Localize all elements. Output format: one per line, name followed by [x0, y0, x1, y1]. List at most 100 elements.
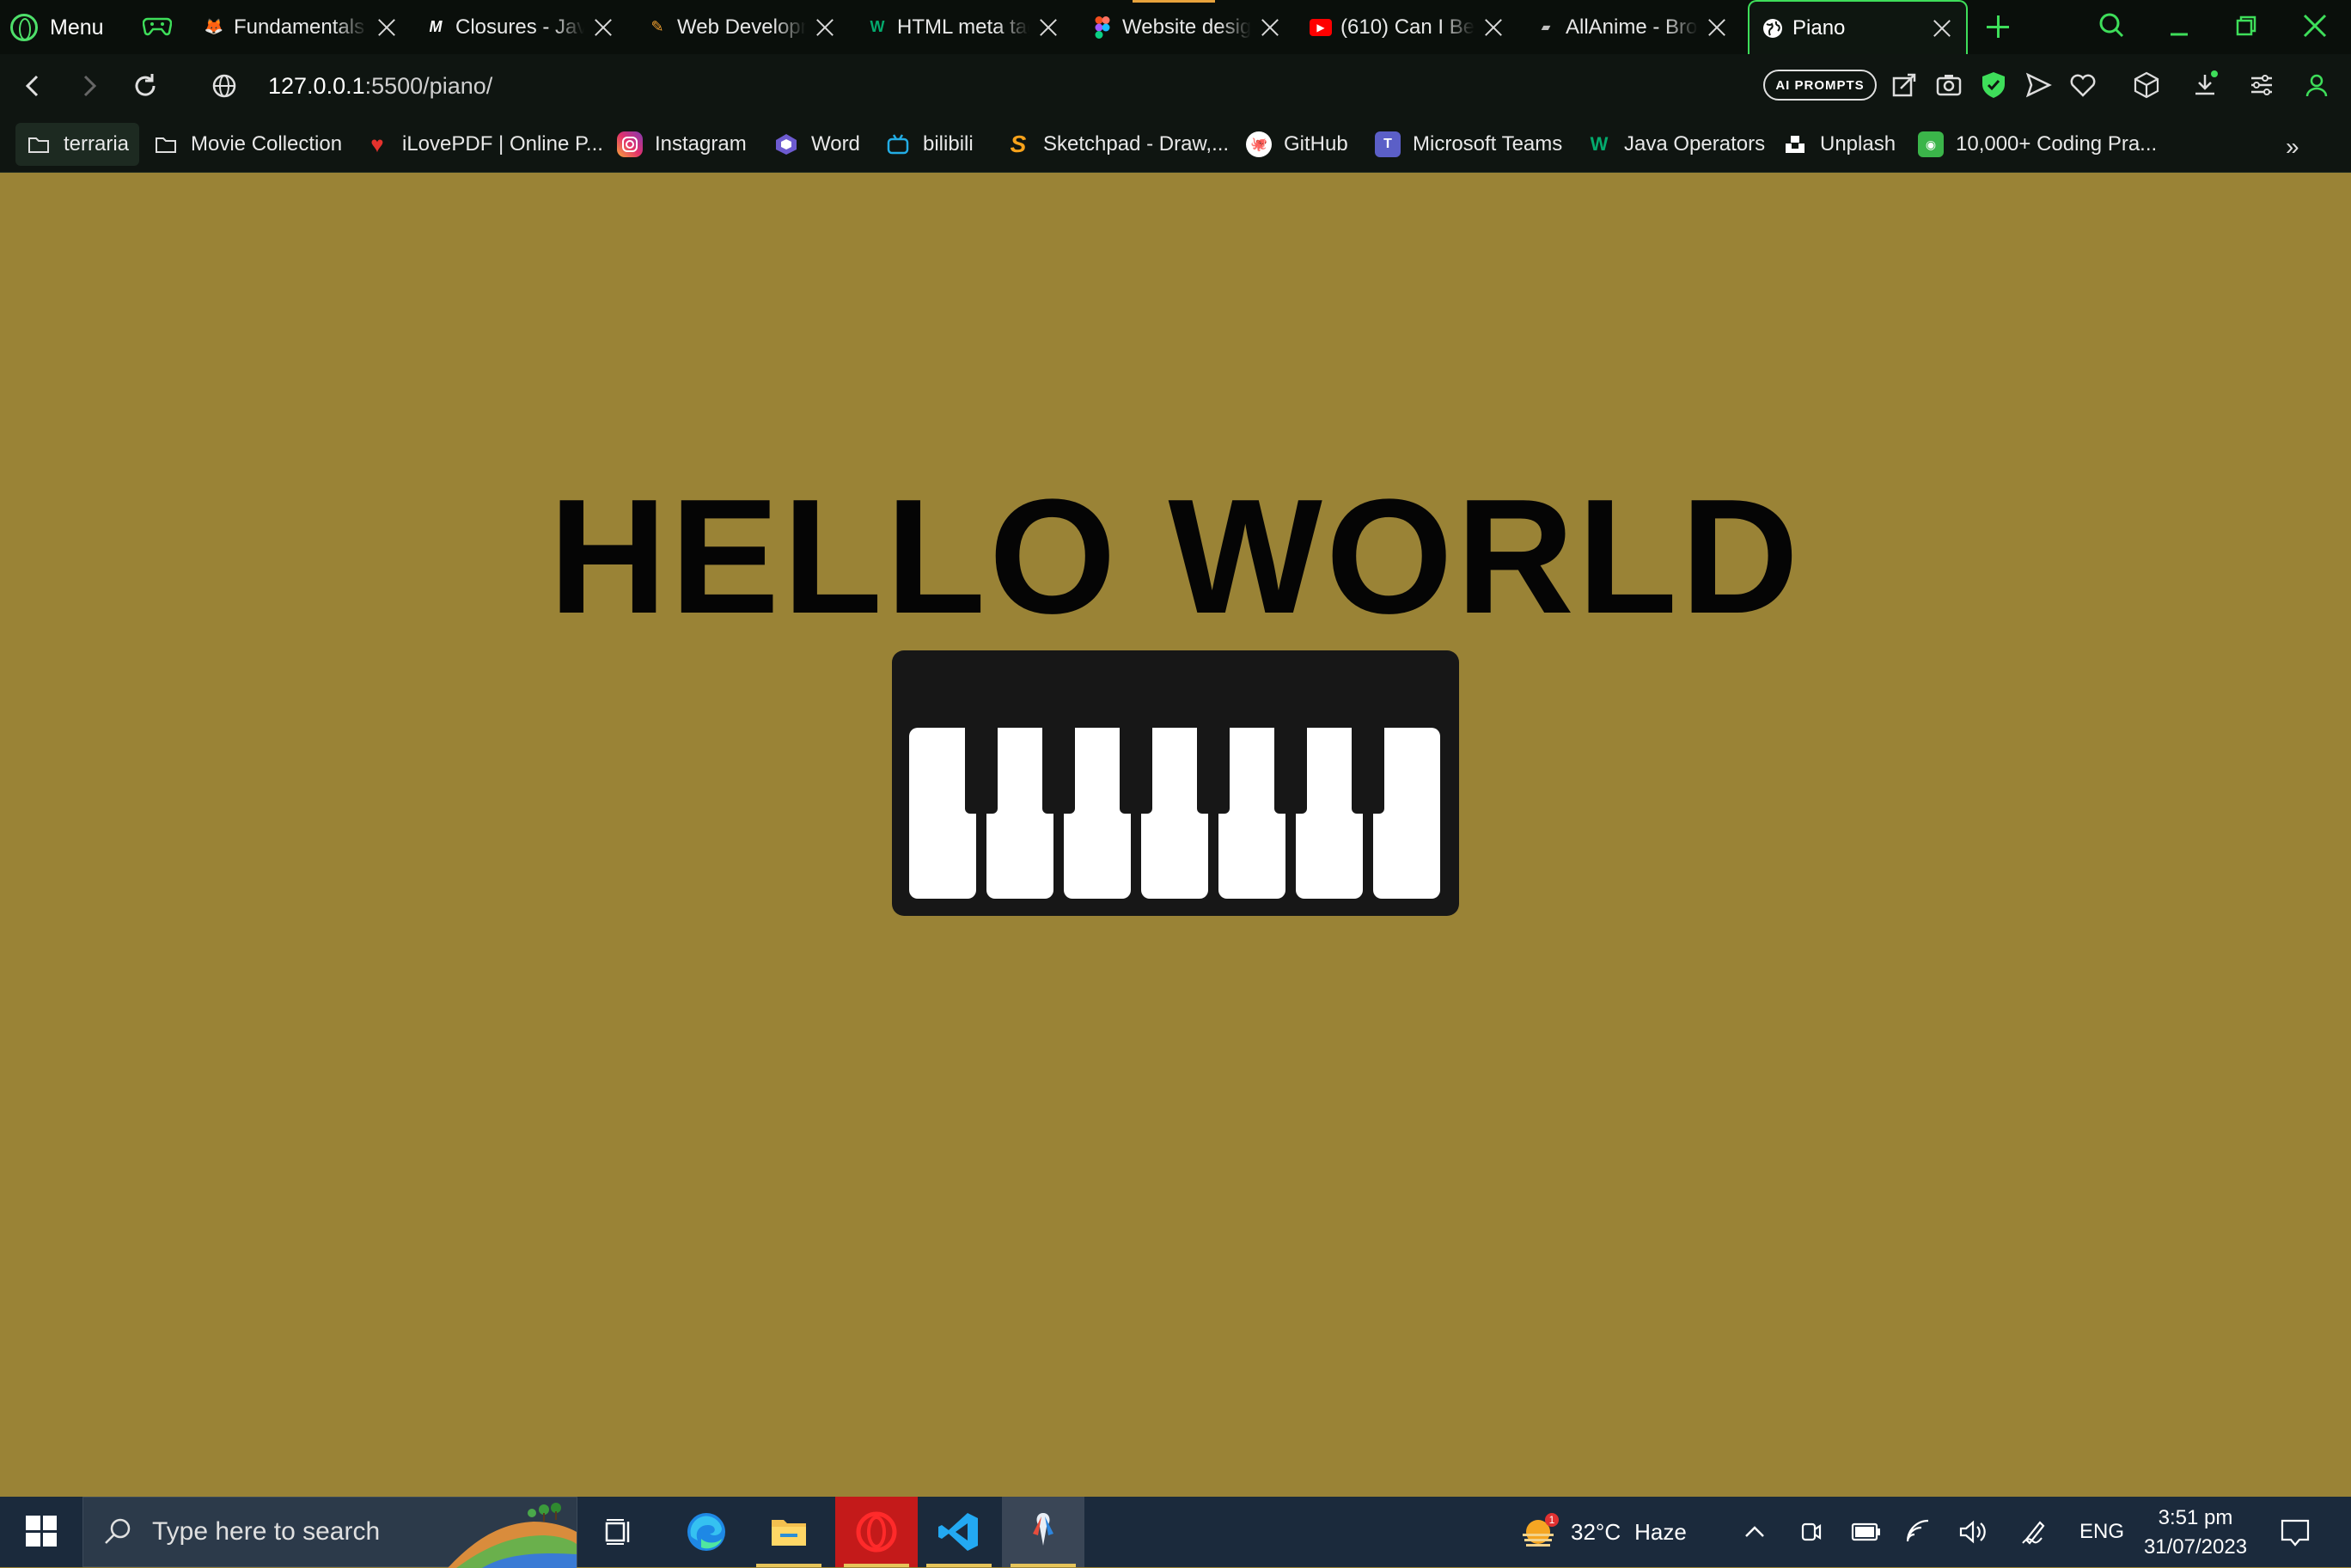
clock-time: 3:51 pm: [2158, 1506, 2233, 1529]
bookmark-movie-collection[interactable]: Movie Collection: [143, 123, 352, 166]
folder-icon: [156, 137, 176, 153]
svg-text:1: 1: [1549, 1514, 1555, 1526]
piano-black-key[interactable]: [1042, 728, 1075, 814]
instagram-icon: [617, 131, 643, 157]
figma-icon: [1091, 15, 1114, 39]
tab-website-design[interactable]: Website design: [1091, 0, 1282, 54]
teams-icon: T: [1375, 131, 1401, 157]
close-tab-icon[interactable]: [1705, 15, 1729, 40]
bookmark-word[interactable]: Word: [763, 123, 870, 166]
input-language[interactable]: ENG: [2079, 1497, 2124, 1567]
tab-html-meta[interactable]: W HTML meta tag: [866, 0, 1060, 54]
taskbar-search-input[interactable]: Type here to search: [82, 1497, 577, 1568]
url-field[interactable]: 127.0.0.1:5500/piano/: [268, 70, 492, 102]
piano-black-key[interactable]: [1352, 728, 1384, 814]
task-view-icon[interactable]: [577, 1497, 660, 1567]
page-content: HELLO WORLD: [0, 173, 2351, 1497]
windows-taskbar: Type here to search 1 32°C Haze ENG 3:51…: [0, 1497, 2351, 1568]
pen-workspace-icon[interactable]: [2018, 1516, 2052, 1548]
tab-web-development[interactable]: ✎ Web Development: [646, 0, 837, 54]
opera-logo-icon: [10, 14, 38, 41]
battery-icon[interactable]: [1847, 1516, 1885, 1548]
bookmark-coding-practice[interactable]: ◉ 10,000+ Coding Pra...: [1908, 123, 2167, 166]
download-icon[interactable]: [2189, 70, 2220, 101]
close-tab-icon[interactable]: [375, 15, 399, 40]
paint-tool-icon[interactable]: [1002, 1497, 1084, 1567]
close-window-icon[interactable]: [2296, 9, 2334, 43]
windows-start-icon[interactable]: [26, 1516, 57, 1547]
browser-tab-bar: Menu 🦊 Fundamentals M Closures - JavaScr…: [0, 0, 2351, 54]
sketchpad-icon: S: [1010, 131, 1027, 157]
tab-search-icon[interactable]: [2093, 9, 2131, 43]
shield-icon[interactable]: [1978, 70, 2009, 101]
word-icon: [773, 131, 799, 157]
edge-browser-icon[interactable]: [665, 1497, 748, 1567]
cube-icon[interactable]: [2131, 70, 2162, 101]
tab-allanime[interactable]: ▰ AllAnime - Browse: [1535, 0, 1729, 54]
close-tab-icon[interactable]: [1036, 15, 1060, 40]
clock-date: 31/07/2023: [2143, 1535, 2248, 1559]
globe-icon: [1762, 17, 1784, 40]
close-tab-icon[interactable]: [1258, 15, 1282, 40]
tab-youtube[interactable]: ▶ (610) Can I Be: [1310, 0, 1505, 54]
search-icon: [105, 1518, 131, 1544]
show-hidden-icons-chevron-up-icon[interactable]: [1737, 1516, 1772, 1548]
weather-widget[interactable]: 1 32°C Haze: [1519, 1497, 1687, 1567]
heart-icon[interactable]: [2067, 70, 2098, 101]
opera-gx-taskbar-icon[interactable]: [835, 1497, 918, 1567]
bookmark-java-operators[interactable]: W Java Operators: [1576, 123, 1775, 166]
reload-icon[interactable]: [129, 70, 162, 102]
meet-now-icon[interactable]: [1794, 1516, 1829, 1548]
notifications-icon[interactable]: [2277, 1514, 2313, 1550]
search-highlight-illustration-icon: [448, 1503, 577, 1568]
vscode-icon[interactable]: [918, 1497, 1000, 1567]
wifi-icon[interactable]: [1902, 1516, 1937, 1548]
ai-prompts-button[interactable]: AI PROMPTS: [1763, 70, 1877, 101]
address-bar: 127.0.0.1:5500/piano/ AI PROMPTS: [0, 54, 2351, 116]
bookmark-github[interactable]: 🐙 GitHub: [1236, 123, 1359, 166]
close-tab-icon[interactable]: [1481, 15, 1505, 40]
tab-piano-active[interactable]: Piano: [1748, 0, 1968, 54]
bookmark-sketchpad[interactable]: S Sketchpad - Draw,...: [995, 123, 1239, 166]
piano-black-key[interactable]: [965, 728, 998, 814]
bookmark-terraria[interactable]: terraria: [15, 123, 140, 166]
menu-label: Menu: [50, 15, 104, 40]
bookmark-bilibili[interactable]: bilibili: [875, 123, 984, 166]
file-explorer-icon[interactable]: [748, 1497, 830, 1567]
bookmarks-bar: terraria Movie Collection ♥ iLovePDF | O…: [0, 116, 2351, 173]
gamepad-icon[interactable]: [143, 14, 172, 38]
close-tab-icon[interactable]: [1930, 16, 1954, 40]
bookmark-microsoft-teams[interactable]: T Microsoft Teams: [1365, 123, 1572, 166]
browser-menu-button[interactable]: Menu: [10, 9, 104, 46]
tab-closures[interactable]: M Closures - JavaScript: [424, 0, 615, 54]
piano-black-key[interactable]: [1120, 728, 1152, 814]
restore-icon[interactable]: [2227, 9, 2265, 43]
piano-black-key[interactable]: [1274, 728, 1307, 814]
piano-black-key[interactable]: [1197, 728, 1230, 814]
close-tab-icon[interactable]: [813, 15, 837, 40]
easy-setup-icon[interactable]: [2246, 70, 2277, 101]
fox-icon: 🦊: [204, 18, 224, 35]
camera-icon[interactable]: [1933, 70, 1964, 101]
site-info-globe-icon[interactable]: [208, 70, 241, 102]
share-icon[interactable]: [1889, 70, 1920, 101]
w3schools-icon: W: [870, 18, 885, 35]
send-icon[interactable]: [2023, 70, 2054, 101]
page-heading: HELLO WORLD: [548, 466, 1803, 648]
profile-icon[interactable]: [2301, 70, 2332, 101]
new-tab-button[interactable]: [1982, 10, 2014, 43]
more-bookmarks-icon[interactable]: »: [2286, 133, 2299, 161]
bookmark-unsplash[interactable]: Unplash: [1772, 123, 1906, 166]
taskbar-clock[interactable]: 3:51 pm 31/07/2023: [2140, 1504, 2251, 1562]
bookmark-instagram[interactable]: Instagram: [607, 123, 757, 166]
ilovepdf-icon: ♥: [370, 131, 384, 157]
forward-icon[interactable]: [72, 70, 105, 102]
bookmark-ilovepdf[interactable]: ♥ iLovePDF | Online P...: [354, 123, 614, 166]
tab-fundamentals[interactable]: 🦊 Fundamentals: [203, 0, 399, 54]
folder-icon: [28, 137, 49, 153]
volume-icon[interactable]: [1956, 1516, 1990, 1548]
bilibili-icon: [885, 131, 911, 157]
back-icon[interactable]: [17, 70, 50, 102]
minimize-icon[interactable]: [2160, 9, 2198, 43]
close-tab-icon[interactable]: [591, 15, 615, 40]
